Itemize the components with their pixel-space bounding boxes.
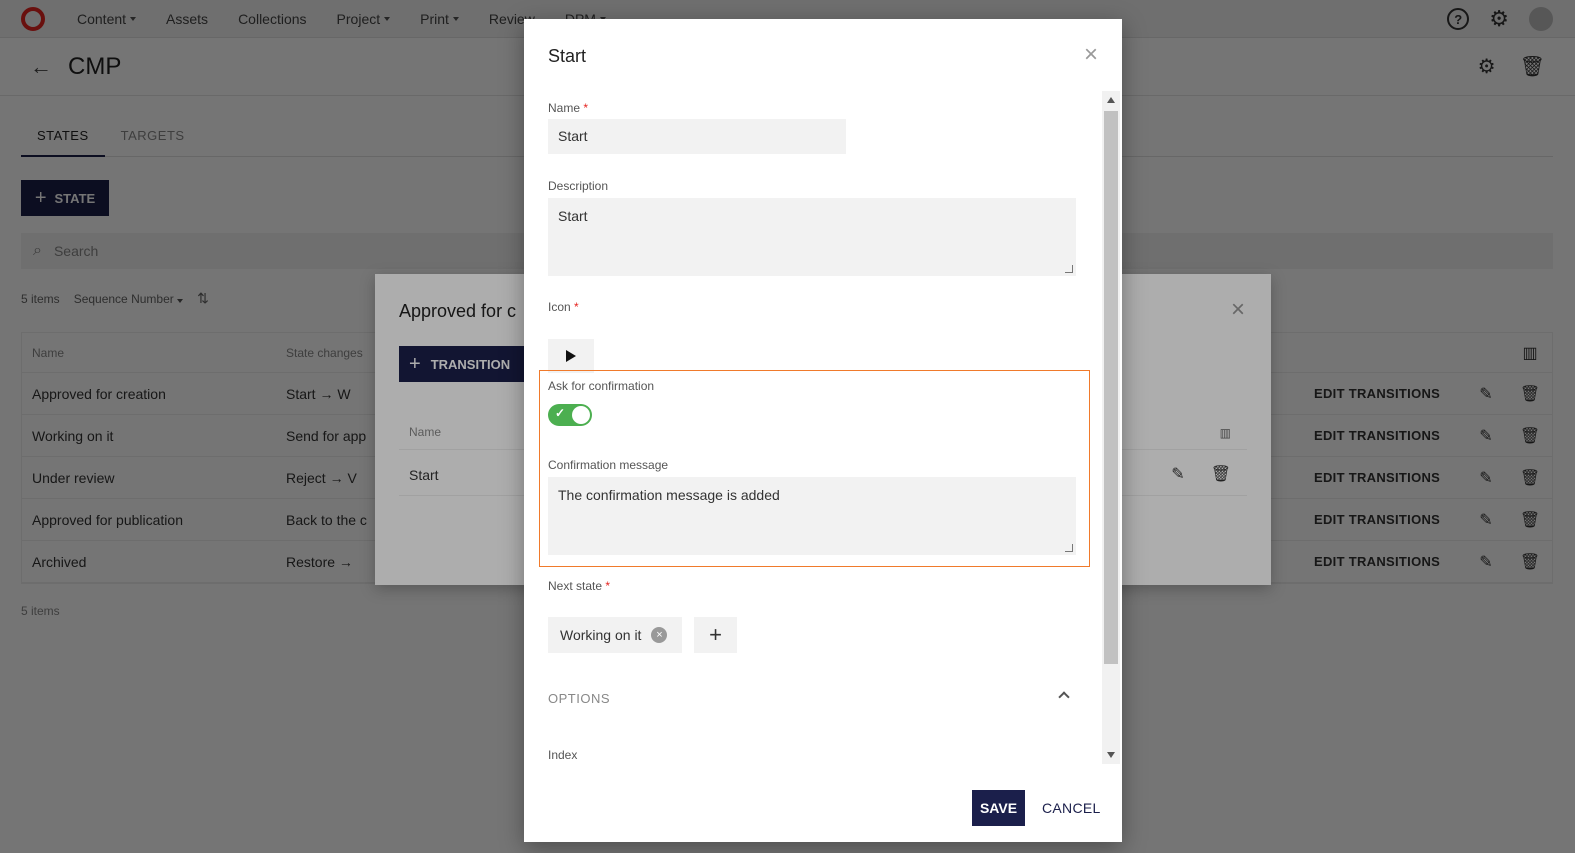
dialog-title: Start — [548, 46, 587, 66]
required-marker: * — [574, 300, 579, 314]
dialog-scrollbar[interactable] — [1102, 91, 1120, 764]
edit-transition-dialog: Start × Name * Start Description Start I… — [524, 19, 1122, 842]
play-icon — [566, 350, 576, 362]
scrollbar-thumb[interactable] — [1104, 111, 1118, 664]
plus-icon: + — [709, 622, 722, 647]
chevron-up-icon[interactable] — [1058, 691, 1070, 703]
confirmation-message-field[interactable]: The confirmation message is added — [548, 477, 1076, 555]
next-state-chip-label: Working on it — [560, 627, 642, 643]
toggle-knob — [572, 406, 590, 424]
name-label: Name * — [548, 101, 588, 115]
icon-label: Icon * — [548, 300, 579, 314]
name-field[interactable]: Start — [548, 119, 846, 154]
save-button[interactable]: SAVE — [972, 790, 1025, 826]
add-next-state-button[interactable]: + — [694, 617, 737, 653]
confirmation-message-label: Confirmation message — [548, 458, 669, 472]
next-state-label: Next state * — [548, 579, 610, 593]
icon-label-text: Icon — [548, 300, 571, 314]
dialog-body: Name * Start Description Start Icon * As… — [524, 91, 1122, 764]
options-section-header[interactable]: OPTIONS — [548, 691, 610, 706]
resize-handle-icon[interactable] — [1065, 265, 1073, 273]
ask-confirmation-label: Ask for confirmation — [548, 379, 655, 393]
remove-chip-icon[interactable]: × — [651, 627, 668, 643]
name-label-text: Name — [548, 101, 581, 115]
description-text: Start — [558, 208, 588, 224]
scroll-up-icon[interactable] — [1107, 97, 1115, 103]
description-label: Description — [548, 179, 609, 193]
icon-picker[interactable] — [548, 339, 594, 373]
ask-confirmation-toggle[interactable]: ✓ — [548, 404, 592, 426]
next-state-label-text: Next state — [548, 579, 603, 593]
next-state-chip: Working on it × — [548, 617, 682, 653]
index-label: Index — [548, 748, 578, 762]
scroll-down-icon[interactable] — [1107, 752, 1115, 758]
resize-handle-icon[interactable] — [1065, 544, 1073, 552]
cancel-button[interactable]: CANCEL — [1042, 800, 1101, 816]
required-marker: * — [605, 579, 611, 593]
confirmation-message-text: The confirmation message is added — [558, 487, 780, 503]
description-field[interactable]: Start — [548, 198, 1076, 276]
check-icon: ✓ — [555, 406, 566, 420]
required-marker: * — [583, 101, 589, 115]
close-icon[interactable]: × — [1084, 41, 1098, 69]
